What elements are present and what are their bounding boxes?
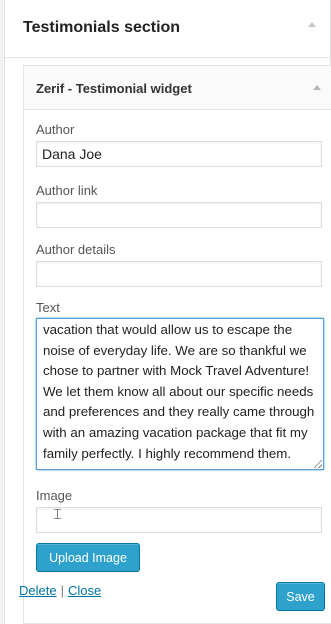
resize-handle-icon[interactable] xyxy=(314,460,322,468)
widget-header[interactable]: Zerif - Testimonial widget xyxy=(24,66,331,110)
author-link-label: Author link xyxy=(36,183,98,198)
author-details-label: Author details xyxy=(36,242,116,257)
arrow-up-icon[interactable] xyxy=(308,22,316,27)
delete-link[interactable]: Delete xyxy=(19,583,57,598)
widget-title: Zerif - Testimonial widget xyxy=(36,81,192,96)
close-link[interactable]: Close xyxy=(68,583,101,598)
author-label: Author xyxy=(36,122,75,137)
arrow-up-icon[interactable] xyxy=(313,85,321,90)
customizer-panel: Testimonials section Zerif - Testimonial… xyxy=(4,0,331,624)
text-cursor-icon: ⌶ xyxy=(53,505,63,523)
author-details-input[interactable] xyxy=(36,261,322,287)
author-input[interactable] xyxy=(36,141,322,167)
widget-control-links: Delete | Close xyxy=(19,583,101,598)
text-label: Text xyxy=(36,300,60,315)
image-label: Image xyxy=(36,488,73,503)
image-url-input[interactable] xyxy=(36,507,322,533)
section-title: Testimonials section xyxy=(23,19,181,36)
upload-image-button[interactable]: Upload Image xyxy=(36,543,140,572)
link-separator: | xyxy=(60,583,64,598)
author-link-input[interactable] xyxy=(36,202,322,228)
save-button[interactable]: Save xyxy=(276,582,325,611)
text-textarea[interactable]: vacation that would allow us to escape t… xyxy=(36,318,324,470)
section-header[interactable]: Testimonials section xyxy=(5,0,330,58)
text-content: vacation that would allow us to escape t… xyxy=(43,322,315,461)
testimonial-widget: Zerif - Testimonial widget Author Author… xyxy=(23,65,331,624)
